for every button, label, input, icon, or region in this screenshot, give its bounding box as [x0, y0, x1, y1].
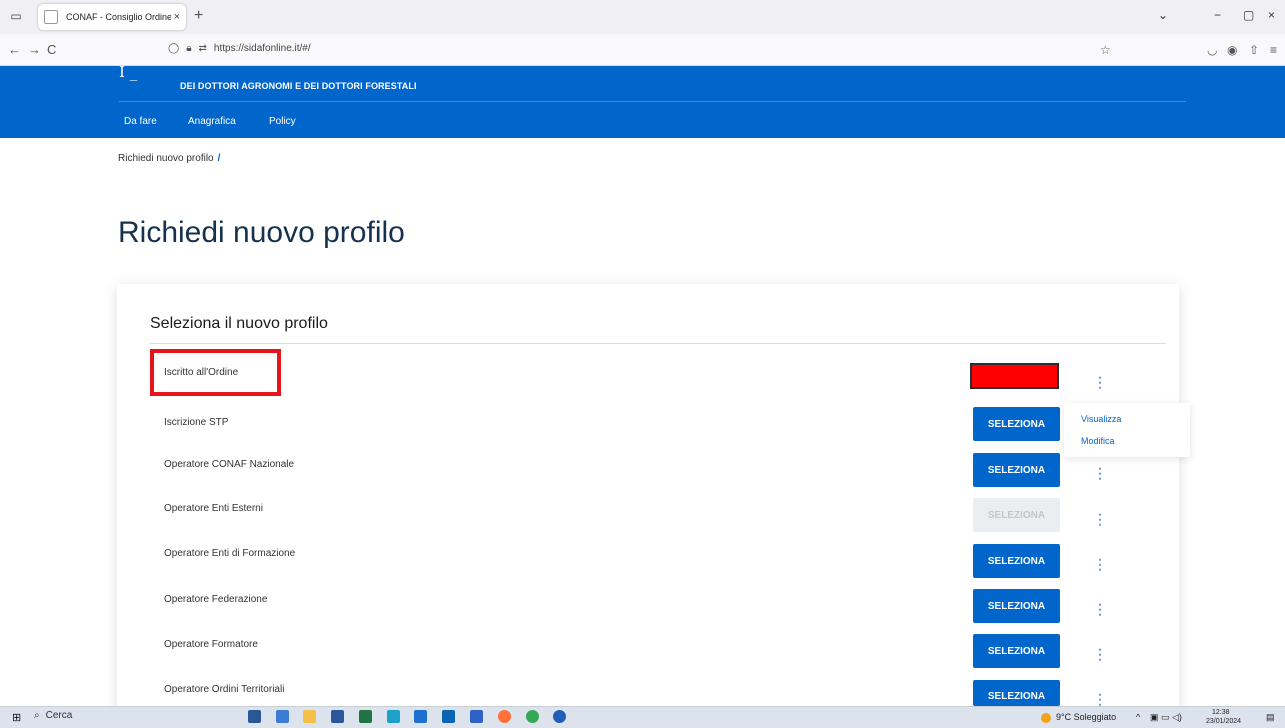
excel-icon[interactable] — [359, 710, 372, 723]
remote-app-icon[interactable] — [414, 710, 427, 723]
weather-text[interactable]: 9°C Soleggiato — [1056, 712, 1116, 722]
task-view-icon[interactable] — [248, 710, 261, 723]
address-bar[interactable]: ◯ 🔒︎ ⇄ https://sidafonline.it/#/ — [168, 43, 311, 54]
account-icon[interactable]: ◉ — [1227, 43, 1237, 57]
file-explorer-icon[interactable] — [303, 710, 316, 723]
dropdown-item-visualizza[interactable]: Visualizza — [1081, 414, 1121, 424]
menu-item-da-fare[interactable]: Da fare — [124, 116, 157, 127]
highlight-box — [150, 349, 281, 396]
kebab-menu-icon[interactable]: ⋮ — [1093, 602, 1107, 616]
tray-chevron-icon[interactable]: ^ — [1136, 712, 1140, 722]
kebab-menu-icon[interactable]: ⋮ — [1093, 692, 1107, 706]
windows-start-icon[interactable]: ⊞ — [12, 711, 21, 724]
taskbar-search-label: Cerca — [45, 710, 73, 721]
word-icon[interactable] — [331, 710, 344, 723]
window-close-icon[interactable]: × — [1268, 8, 1275, 22]
select-button-stp[interactable]: SELEZIONA — [973, 407, 1060, 441]
header-divider — [119, 101, 1186, 102]
menu-item-policy[interactable]: Policy — [269, 116, 296, 127]
favicon-icon — [44, 10, 58, 24]
app-icon[interactable] — [470, 710, 483, 723]
select-button-enti-formazione[interactable]: SELEZIONA — [973, 544, 1060, 578]
extensions-icon[interactable]: ⇧ — [1249, 43, 1259, 57]
logo[interactable]: I _ — [119, 65, 137, 80]
select-button-conaf-nazionale[interactable]: SELEZIONA — [973, 453, 1060, 487]
pocket-icon[interactable]: ◡ — [1207, 43, 1217, 57]
taskbar-search[interactable]: ⌕ Cerca — [34, 710, 72, 721]
chrome-icon[interactable] — [526, 710, 539, 723]
card-title: Seleziona il nuovo profilo — [150, 315, 328, 332]
select-button-redacted[interactable] — [970, 363, 1059, 389]
url-text: https://sidafonline.it/#/ — [213, 43, 311, 54]
search-icon: ⌕ — [34, 710, 40, 721]
kebab-menu-icon[interactable]: ⋮ — [1093, 375, 1107, 389]
select-button-formatore[interactable]: SELEZIONA — [973, 634, 1060, 668]
notification-icon[interactable]: ▤ — [1266, 712, 1275, 723]
org-name: DEI DOTTORI AGRONOMI E DEI DOTTORI FORES… — [180, 81, 417, 91]
profile-label-formatore: Operatore Formatore — [164, 639, 258, 650]
outlook-icon[interactable] — [442, 710, 455, 723]
row-actions-dropdown — [1064, 403, 1190, 457]
breadcrumb-item[interactable]: Richiedi nuovo profilo — [118, 153, 214, 164]
profile-label-federazione: Operatore Federazione — [164, 594, 268, 605]
card-divider — [150, 343, 1166, 344]
menu-item-anagrafica[interactable]: Anagrafica — [188, 116, 236, 127]
profile-label-enti-formazione: Operatore Enti di Formazione — [164, 548, 296, 559]
calculator-icon[interactable] — [276, 710, 289, 723]
firefox-icon[interactable] — [498, 710, 511, 723]
profile-label-enti-esterni: Operatore Enti Esterni — [164, 503, 263, 514]
bookmark-star-icon[interactable]: ☆ — [1100, 43, 1111, 57]
edge-icon[interactable] — [387, 710, 400, 723]
clock-time[interactable]: 12:38 — [1212, 709, 1230, 716]
select-button-federazione[interactable]: SELEZIONA — [973, 589, 1060, 623]
lock-icon: 🔒︎ — [186, 43, 192, 54]
kebab-menu-icon[interactable]: ⋮ — [1093, 512, 1107, 526]
reload-icon[interactable]: C — [47, 42, 56, 57]
tab-list-icon[interactable]: ▭ — [4, 4, 28, 28]
browser-nav-bar: ← → C ◯ 🔒︎ ⇄ https://sidafonline.it/#/ ☆… — [0, 34, 1285, 66]
menu-icon[interactable]: ≡ — [1270, 43, 1277, 57]
tab-close-icon[interactable]: × — [174, 11, 180, 23]
breadcrumb: Richiedi nuovo profilo / — [118, 153, 220, 164]
profile-label-conaf-nazionale: Operatore CONAF Nazionale — [164, 459, 295, 470]
kebab-menu-icon[interactable]: ⋮ — [1093, 647, 1107, 661]
select-button-enti-esterni: SELEZIONA — [973, 498, 1060, 532]
tab-overflow-icon[interactable]: ⌄ — [1158, 8, 1168, 22]
weather-icon — [1041, 713, 1051, 723]
clock-date[interactable]: 23/01/2024 — [1206, 718, 1241, 725]
browser-app-icon[interactable] — [553, 710, 566, 723]
minimize-icon[interactable]: − — [1214, 8, 1221, 22]
page-title: Richiedi nuovo profilo — [118, 216, 405, 249]
forward-icon[interactable]: → — [28, 42, 41, 57]
profile-label-ordini-territoriali: Operatore Ordini Territoriali — [164, 684, 285, 695]
kebab-menu-icon[interactable]: ⋮ — [1093, 466, 1107, 480]
breadcrumb-separator: / — [217, 153, 221, 164]
select-button-ordini-territoriali[interactable]: SELEZIONA — [973, 680, 1060, 706]
site-header — [0, 66, 1285, 138]
restore-icon[interactable]: ▢ — [1243, 8, 1254, 22]
tray-icons[interactable]: ▣ ▭ ◁) — [1150, 712, 1182, 723]
back-icon[interactable]: ← — [8, 42, 21, 57]
kebab-menu-icon[interactable]: ⋮ — [1093, 557, 1107, 571]
profile-label-stp: Iscrizione STP — [164, 417, 229, 428]
shield-icon: ◯ — [168, 43, 180, 54]
permissions-icon: ⇄ — [198, 43, 207, 54]
browser-tab-bar: ▭ CONAF - Consiglio Ordine Naz × + ⌄ − ▢… — [0, 0, 1285, 34]
dropdown-item-modifica[interactable]: Modifica — [1081, 436, 1115, 446]
browser-tab[interactable]: CONAF - Consiglio Ordine Naz × — [38, 4, 186, 30]
new-tab-button[interactable]: + — [194, 7, 203, 25]
tab-title: CONAF - Consiglio Ordine Naz — [66, 12, 171, 22]
